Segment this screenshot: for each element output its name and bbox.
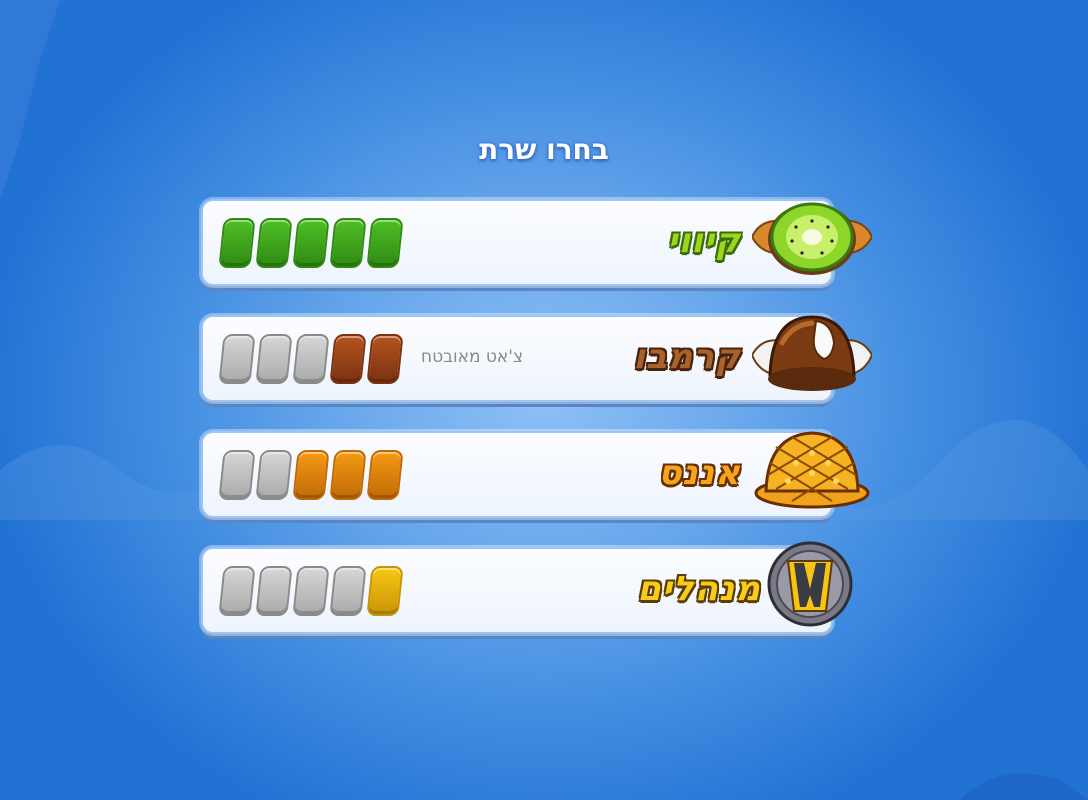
load-bar (329, 334, 367, 384)
load-bar (218, 218, 256, 268)
load-meter (218, 334, 406, 384)
load-bar (329, 566, 367, 616)
load-bar (255, 450, 293, 500)
page-title: בחרו שרת (479, 133, 609, 166)
load-bar (218, 450, 256, 500)
server-row-admins[interactable]: מנהלים (201, 547, 833, 634)
load-bar (366, 566, 404, 616)
load-bar (366, 450, 404, 500)
load-bar (255, 566, 293, 616)
load-bar (292, 218, 330, 268)
load-meter (218, 450, 406, 500)
load-bar (366, 218, 404, 268)
pineapple-icon (754, 431, 870, 509)
server-name: מנהלים (637, 569, 761, 609)
load-bar (218, 334, 256, 384)
load-bar (218, 566, 256, 616)
load-bar (292, 334, 330, 384)
load-bar (255, 334, 293, 384)
server-name: קרמבו (633, 337, 741, 377)
load-bar (292, 450, 330, 500)
load-bar (329, 450, 367, 500)
server-row-pineapple[interactable]: אננס (201, 431, 833, 518)
load-bar (255, 218, 293, 268)
server-row-kiwi[interactable]: קיווי (201, 199, 833, 286)
server-row-krembo[interactable]: קרמבו צ'אט מאובטח (201, 315, 833, 402)
admin-shield-icon (767, 541, 853, 627)
load-bar (292, 566, 330, 616)
server-name: אננס (658, 453, 741, 493)
server-name: קיווי (667, 221, 741, 261)
load-meter (218, 218, 406, 268)
load-meter (218, 566, 406, 616)
kiwi-icon (752, 202, 872, 275)
krembo-icon (752, 315, 872, 391)
server-subtitle: צ'אט מאובטח (421, 347, 524, 367)
load-bar (329, 218, 367, 268)
load-bar (366, 334, 404, 384)
